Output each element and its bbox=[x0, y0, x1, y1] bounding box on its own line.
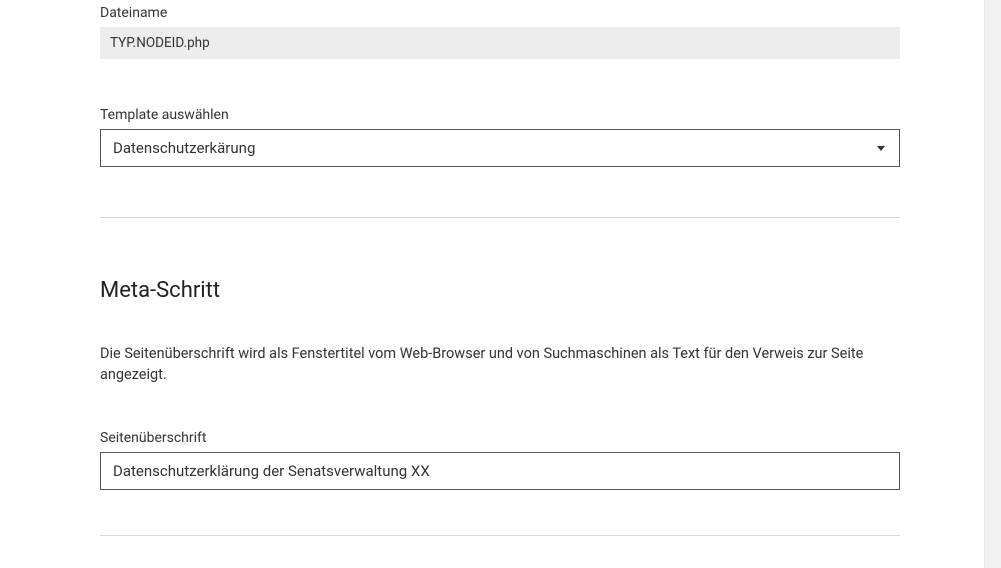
section-divider-bottom bbox=[100, 535, 900, 536]
form-content: Dateiname TYP.NODEID.php Template auswäh… bbox=[0, 0, 900, 536]
page-title-label: Seitenüberschrift bbox=[100, 430, 900, 446]
scrollbar[interactable] bbox=[984, 0, 1001, 568]
template-label: Template auswählen bbox=[100, 107, 900, 123]
meta-help-text: Die Seitenüberschrift wird als Fensterti… bbox=[100, 343, 900, 385]
dateiname-label: Dateiname bbox=[100, 5, 900, 21]
chevron-down-icon bbox=[877, 146, 885, 151]
page-title-input[interactable] bbox=[100, 452, 900, 490]
template-select[interactable]: Datenschutzerkärung bbox=[100, 129, 900, 167]
dateiname-value: TYP.NODEID.php bbox=[100, 27, 900, 59]
section-divider bbox=[100, 217, 900, 218]
template-selected-value: Datenschutzerkärung bbox=[113, 139, 877, 157]
meta-section-heading: Meta-Schritt bbox=[100, 278, 900, 303]
